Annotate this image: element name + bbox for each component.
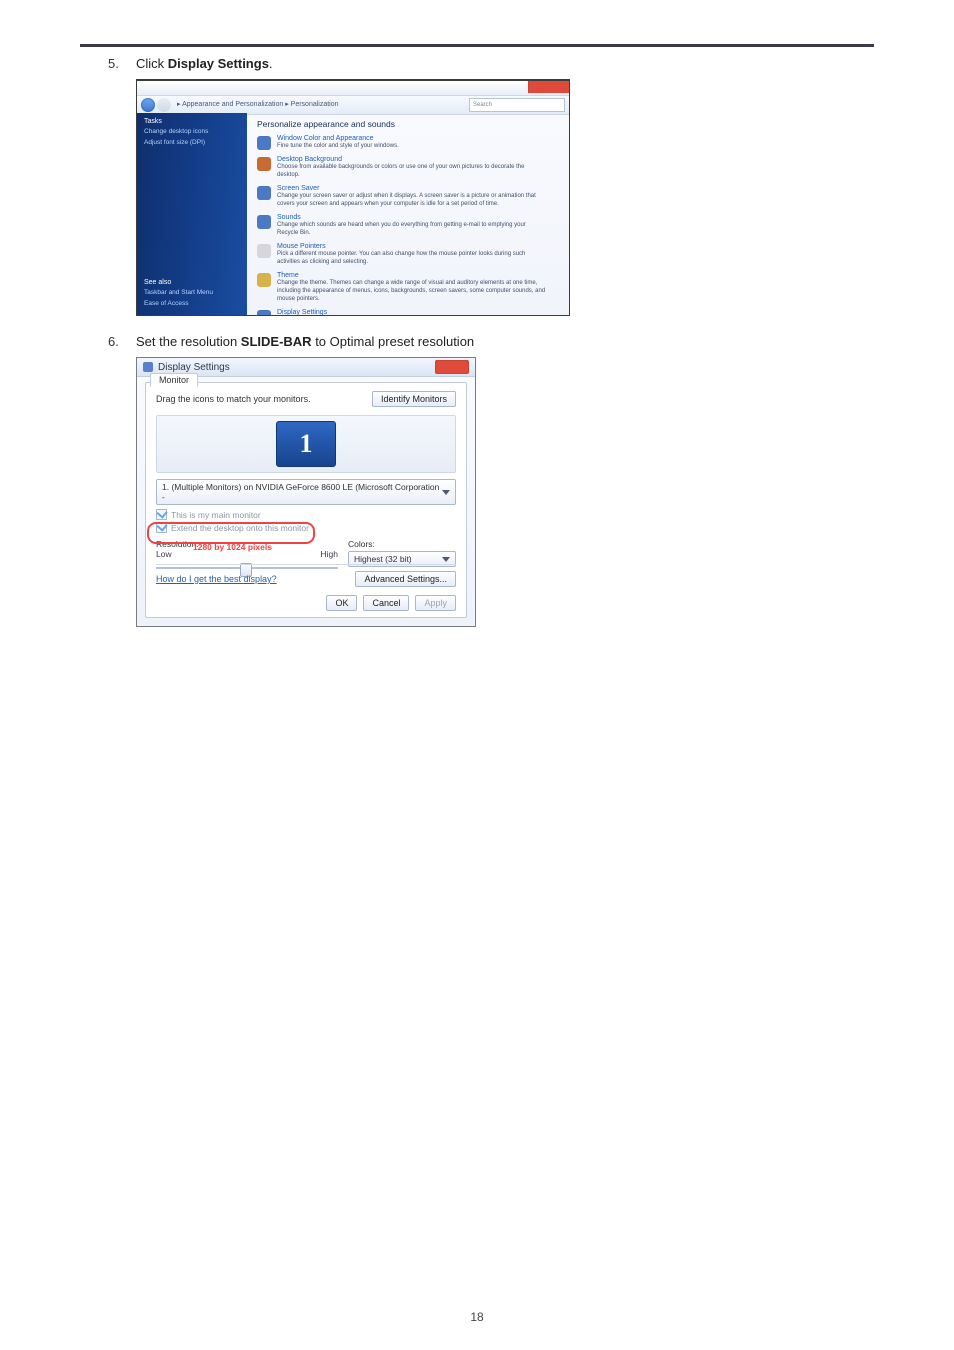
item-icon: [257, 244, 271, 258]
item-desc: Change the theme. Themes can change a wi…: [277, 279, 547, 303]
monitor-select-value: 1. (Multiple Monitors) on NVIDIA GeForce…: [162, 482, 442, 502]
advanced-settings-button[interactable]: Advanced Settings...: [355, 571, 456, 587]
chevron-down-icon: [442, 490, 450, 495]
identify-monitors-button[interactable]: Identify Monitors: [372, 391, 456, 407]
breadcrumb: ▸ Appearance and Personalization ▸ Perso…: [177, 100, 339, 108]
sidebar-item[interactable]: Adjust font size (DPI): [137, 137, 247, 148]
personalization-main: Personalize appearance and sounds Window…: [247, 113, 569, 315]
item-desc: Change your screen saver or adjust when …: [277, 192, 547, 208]
personalize-item[interactable]: ThemeChange the theme. Themes can change…: [257, 272, 559, 303]
sidebar-item[interactable]: Taskbar and Start Menu: [144, 287, 220, 298]
checkbox-label: Extend the desktop onto this monitor: [171, 523, 309, 533]
monitor-arrangement[interactable]: 1: [156, 415, 456, 473]
tab-monitor[interactable]: Monitor: [150, 373, 198, 387]
drag-label: Drag the icons to match your monitors.: [156, 394, 311, 404]
search-input[interactable]: Search: [469, 98, 565, 112]
step-6: 6. Set the resolution SLIDE-BAR to Optim…: [108, 334, 848, 349]
item-icon: [257, 215, 271, 229]
page-number: 18: [0, 1310, 954, 1324]
help-link[interactable]: How do I get the best display?: [156, 574, 277, 584]
window-title: Display Settings: [158, 362, 230, 373]
monitor-select[interactable]: 1. (Multiple Monitors) on NVIDIA GeForce…: [156, 479, 456, 505]
chevron-down-icon: [442, 557, 450, 562]
tab-panel: Monitor Drag the icons to match your mon…: [145, 382, 467, 618]
step-5: 5. Click Display Settings.: [108, 56, 848, 71]
item-title: Window Color and Appearance: [277, 135, 399, 142]
step-pre: Click: [136, 56, 168, 71]
personalize-item[interactable]: Desktop BackgroundChoose from available …: [257, 156, 559, 179]
item-title: Mouse Pointers: [277, 243, 547, 250]
item-title: Sounds: [277, 214, 547, 221]
step-bold: SLIDE-BAR: [241, 334, 312, 349]
sidebar-see-also: See also Taskbar and Start Menu Ease of …: [144, 274, 220, 309]
app-icon: [143, 362, 153, 372]
resolution-low: Low: [156, 549, 172, 559]
checkbox-icon: [156, 522, 167, 533]
item-title: Theme: [277, 272, 547, 279]
monitor-1[interactable]: 1: [276, 421, 336, 467]
step-number: 6.: [108, 334, 136, 349]
close-icon[interactable]: [435, 360, 469, 374]
step-bold: Display Settings: [168, 56, 269, 71]
tasks-sidebar: Tasks Change desktop icons Adjust font s…: [137, 113, 247, 315]
step-text: Click Display Settings.: [136, 56, 273, 71]
step-pre: Set the resolution: [136, 334, 241, 349]
colors-label: Colors:: [348, 539, 456, 549]
item-title: Desktop Background: [277, 156, 547, 163]
personalize-item[interactable]: Mouse PointersPick a different mouse poi…: [257, 243, 559, 266]
see-also-header: See also: [144, 274, 220, 287]
colors-value: Highest (32 bit): [354, 554, 412, 564]
item-icon: [257, 186, 271, 200]
nav-back-icon[interactable]: [141, 98, 155, 112]
checkbox-label: This is my main monitor: [171, 510, 261, 520]
main-monitor-checkbox: This is my main monitor: [156, 509, 456, 520]
close-icon[interactable]: [528, 81, 569, 93]
item-icon: [257, 273, 271, 287]
sidebar-item[interactable]: Ease of Access: [144, 298, 220, 309]
display-settings-window: Display Settings Monitor Drag the icons …: [136, 357, 476, 627]
sidebar-header: Tasks: [137, 113, 247, 126]
checkbox-icon: [156, 509, 167, 520]
personalize-item[interactable]: Screen SaverChange your screen saver or …: [257, 185, 559, 208]
personalization-window: ▸ Appearance and Personalization ▸ Perso…: [136, 79, 570, 316]
sidebar-item[interactable]: Change desktop icons: [137, 126, 247, 137]
step-post: to Optimal preset resolution: [312, 334, 475, 349]
personalize-item[interactable]: Window Color and AppearanceFine tune the…: [257, 135, 559, 150]
apply-button: Apply: [415, 595, 456, 611]
item-icon: [257, 157, 271, 171]
step-number: 5.: [108, 56, 136, 71]
item-title: Screen Saver: [277, 185, 547, 192]
main-header: Personalize appearance and sounds: [257, 119, 559, 129]
item-desc: Change which sounds are heard when you d…: [277, 221, 547, 237]
ok-button[interactable]: OK: [326, 595, 357, 611]
personalize-item[interactable]: Display SettingsAdjust your monitor reso…: [257, 309, 559, 316]
step-post: .: [269, 56, 273, 71]
personalize-item[interactable]: SoundsChange which sounds are heard when…: [257, 214, 559, 237]
callout-text: 1280 by 1024 pixels: [193, 542, 272, 552]
item-desc: Pick a different mouse pointer. You can …: [277, 250, 547, 266]
item-desc: Choose from available backgrounds or col…: [277, 163, 547, 179]
nav-forward-icon[interactable]: [157, 98, 171, 112]
page-content: 5. Click Display Settings. ▸ Appearance …: [108, 56, 848, 627]
item-title: Display Settings: [277, 309, 547, 316]
window-titlebar: [137, 81, 569, 95]
resolution-high: High: [321, 549, 338, 559]
item-icon: [257, 310, 271, 316]
item-desc: Fine tune the color and style of your wi…: [277, 142, 399, 150]
step-text: Set the resolution SLIDE-BAR to Optimal …: [136, 334, 474, 349]
cancel-button[interactable]: Cancel: [363, 595, 409, 611]
extend-desktop-checkbox: Extend the desktop onto this monitor: [156, 522, 456, 533]
item-icon: [257, 136, 271, 150]
page-top-rule: [80, 44, 874, 47]
address-bar: ▸ Appearance and Personalization ▸ Perso…: [137, 95, 569, 115]
search-placeholder: Search: [473, 102, 492, 108]
